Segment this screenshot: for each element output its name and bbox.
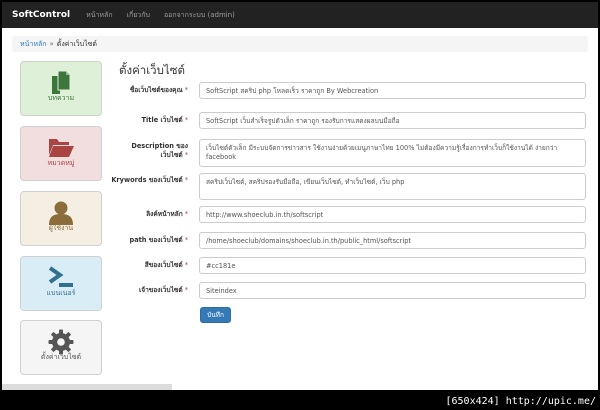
folder-open-icon (21, 135, 101, 159)
field-label: path ของเว็บไซต์ * (129, 236, 188, 244)
breadcrumb: หน้าหลัก » ตั้งค่าเว็บไซต์ (12, 36, 588, 52)
required-mark: * (184, 116, 188, 124)
description-textarea[interactable]: เว็บไซต์ตัวเล็ก มีระบบจัดการข่าวสาร ใช้ง… (199, 139, 586, 167)
site-path-input[interactable]: /home/shoeclub/domains/shoeclub.in.th/pu… (199, 232, 586, 249)
required-mark: * (184, 210, 188, 218)
footer-divider (2, 384, 172, 390)
site-owner-input[interactable]: Siteindex (199, 282, 586, 299)
sidebar-tile-label: แบนเนอร์ (46, 289, 76, 297)
sidebar-tile-users[interactable]: ผู้ใช้งาน (20, 191, 102, 246)
top-navbar: SoftControl หน้าหลัก เกี่ยวกับ ออกจากระบ… (2, 2, 598, 28)
sidebar-tile-label: ตั้งค่าเว็บไซต์ (40, 353, 82, 361)
field-label: เจ้าของเว็บไซต์ * (138, 286, 188, 294)
breadcrumb-home-link[interactable]: หน้าหลัก (20, 39, 46, 50)
sidebar-tile-label: หมวดหมู่ (47, 159, 75, 167)
sidebar-tile-articles[interactable]: บทความ (20, 61, 102, 116)
sidebar-tile-site-settings[interactable]: ตั้งค่าเว็บไซต์ (20, 320, 102, 375)
field-label: Krywords ของเว็บไซต์ * (111, 176, 188, 184)
breadcrumb-separator: » (49, 40, 54, 48)
nav-link-home[interactable]: หน้าหลัก (86, 10, 112, 21)
required-mark: * (184, 151, 188, 159)
sidebar-tile-categories[interactable]: หมวดหมู่ (20, 126, 102, 181)
site-title-input[interactable]: SoftScript เว็บสำเร็จรูปตัวเล็ก ราคาถูก … (199, 112, 586, 129)
required-mark: * (184, 176, 188, 184)
site-name-input[interactable]: SoftScript สคริป php โหลดเร็ว ราคาถูก By… (199, 82, 586, 99)
field-label: ชื่อเว็บไซต์ของคุณ * (129, 86, 188, 94)
field-label: Description ของเว็บไซต์ * (131, 142, 188, 159)
required-mark: * (184, 286, 188, 294)
terminal-icon (21, 265, 101, 289)
required-mark: * (184, 86, 188, 94)
brand-logo[interactable]: SoftControl (12, 10, 70, 20)
page-title: ตั้งค่าเว็บไซต์ (119, 63, 185, 77)
nav-link-logout[interactable]: ออกจากระบบ (admin) (164, 10, 235, 21)
required-mark: * (184, 261, 188, 269)
nav-link-about[interactable]: เกี่ยวกับ (127, 10, 150, 21)
site-color-input[interactable]: #cc181e (199, 257, 586, 274)
sidebar-tile-banners[interactable]: แบนเนอร์ (20, 256, 102, 311)
sidebar-tile-label: ผู้ใช้งาน (48, 224, 74, 232)
field-label: สีของเว็บไซต์ * (144, 261, 188, 269)
browser-frame: SoftControl หน้าหลัก เกี่ยวกับ ออกจากระบ… (2, 2, 598, 390)
required-mark: * (184, 236, 188, 244)
breadcrumb-current: ตั้งค่าเว็บไซต์ (56, 39, 97, 48)
keywords-textarea[interactable]: สคริปเว็บไซต์, สคริปรองรับมือถือ, เขียนเ… (199, 173, 586, 200)
field-label: ลิงค์หน้าหลัก * (146, 210, 188, 218)
sidebar-tile-label: บทความ (47, 94, 75, 102)
home-link-input[interactable]: http://www.shoeclub.in.th/softscript (199, 206, 586, 223)
upic-watermark: [650x424] http://upic.me/ (445, 396, 596, 407)
field-label: Title เว็บไซต์ * (141, 116, 188, 124)
save-button[interactable]: บันทึก (200, 307, 231, 323)
